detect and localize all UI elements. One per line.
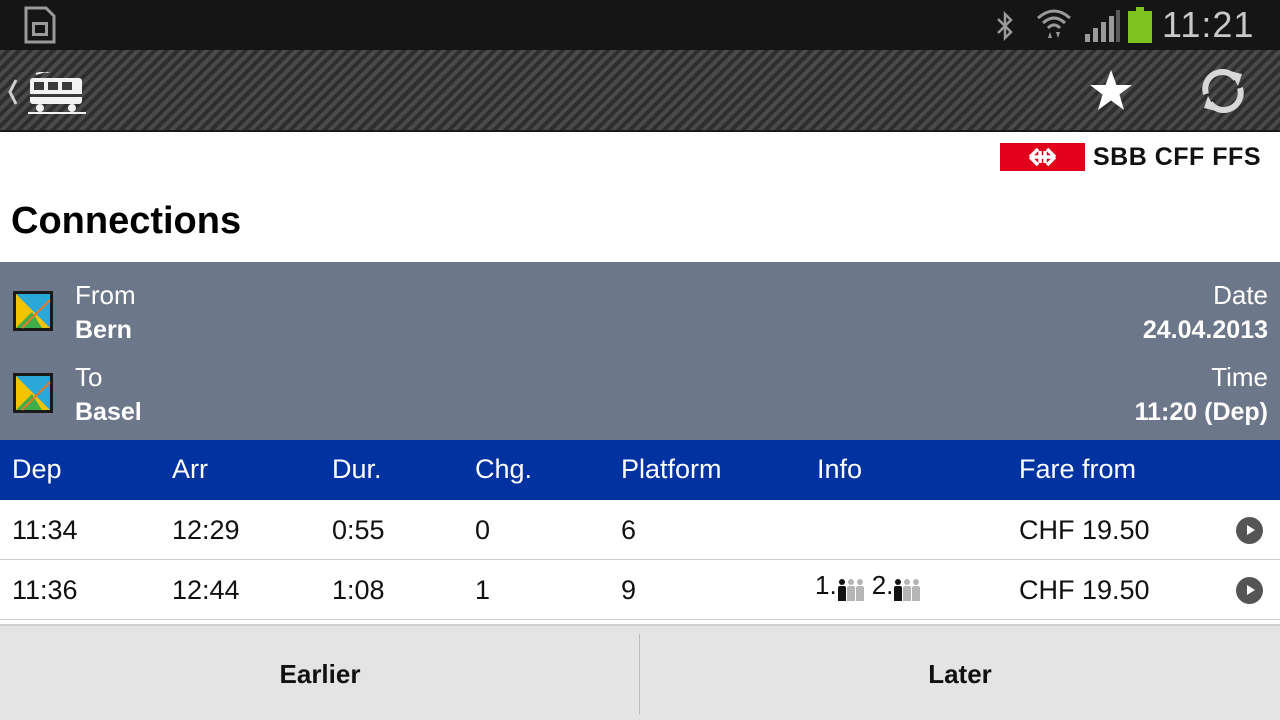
person-icon — [837, 579, 846, 601]
date-value[interactable]: 24.04.2013 — [1143, 316, 1268, 345]
to-value: Basel — [75, 398, 142, 426]
second-class-label: 2. — [871, 570, 894, 600]
person-icon — [912, 579, 921, 601]
duration: 0:55 — [332, 515, 385, 545]
to-label: To — [75, 362, 103, 392]
from-label: From — [75, 280, 136, 310]
person-icon — [894, 579, 903, 601]
second-class-occupancy: 2. — [872, 570, 921, 601]
wifi-icon — [1037, 9, 1071, 38]
fare: CHF 19.50 — [1019, 515, 1150, 545]
platform: 9 — [621, 575, 637, 605]
first-class-occupancy: 1. — [815, 570, 864, 601]
page-title: Connections — [11, 200, 242, 242]
column-header-dep: Dep — [12, 454, 62, 484]
column-header-chg: Chg. — [475, 454, 533, 484]
train-back-icon[interactable] — [6, 72, 88, 114]
column-header-platform: Platform — [621, 454, 722, 484]
bottom-action-bar: Earlier Later — [0, 624, 1280, 720]
sim-card-icon — [24, 6, 56, 44]
dep-time: 11:34 — [12, 515, 78, 545]
date-label: Date — [1213, 280, 1268, 310]
first-class-label: 1. — [815, 570, 837, 600]
dep-time: 11:36 — [12, 575, 78, 605]
occupancy-info: 1. 2. — [815, 570, 928, 601]
later-button[interactable]: Later — [640, 626, 1280, 720]
column-header-dur: Dur. — [332, 454, 382, 484]
clock: 11:21 — [1162, 4, 1255, 45]
earlier-button[interactable]: Earlier — [0, 626, 640, 720]
bluetooth-icon — [997, 10, 1013, 42]
favorite-star-icon[interactable] — [1088, 68, 1134, 114]
status-bar: 11:21 — [0, 0, 1280, 50]
arr-time: 12:44 — [172, 575, 240, 605]
battery-icon — [1128, 7, 1152, 43]
sbb-flag-icon — [1000, 143, 1085, 171]
connections-table-header: Dep Arr Dur. Chg. Platform Info Fare fro… — [0, 440, 1280, 500]
from-value: Bern — [75, 316, 132, 344]
column-header-fare: Fare from — [1019, 454, 1137, 484]
arr-time: 12:29 — [172, 515, 240, 545]
platform: 6 — [621, 515, 637, 545]
signal-icon — [1085, 10, 1120, 42]
connection-row[interactable]: 11:36 12:44 1:08 1 9 1. 2. CHF 19.50 — [0, 560, 1280, 620]
time-label: Time — [1211, 362, 1268, 392]
person-icon — [903, 579, 912, 601]
to-map-icon[interactable] — [12, 372, 54, 414]
person-icon — [855, 579, 864, 601]
from-map-icon[interactable] — [12, 290, 54, 332]
duration: 1:08 — [332, 575, 385, 605]
sbb-logo-text: SBB CFF FFS — [1093, 142, 1261, 171]
changes: 0 — [475, 515, 491, 545]
fare: CHF 19.50 — [1019, 575, 1150, 605]
changes: 1 — [475, 575, 491, 605]
person-icon — [846, 579, 855, 601]
journey-summary: From Bern To Basel Date 24.04.2013 Time … — [0, 262, 1280, 440]
connection-row[interactable]: 11:34 12:29 0:55 0 6 CHF 19.50 — [0, 500, 1280, 560]
time-value[interactable]: 11:20 (Dep) — [1135, 398, 1268, 427]
action-bar — [0, 50, 1280, 132]
refresh-icon[interactable] — [1198, 66, 1248, 116]
column-header-info: Info — [817, 454, 863, 484]
chevron-right-icon[interactable] — [1236, 517, 1263, 544]
connections-screen: 11:21 SBB CFF FFS Connections From Bern … — [0, 0, 1280, 720]
sbb-logo: SBB CFF FFS — [1000, 142, 1261, 172]
column-header-arr: Arr — [172, 454, 208, 484]
chevron-right-icon[interactable] — [1236, 577, 1263, 604]
